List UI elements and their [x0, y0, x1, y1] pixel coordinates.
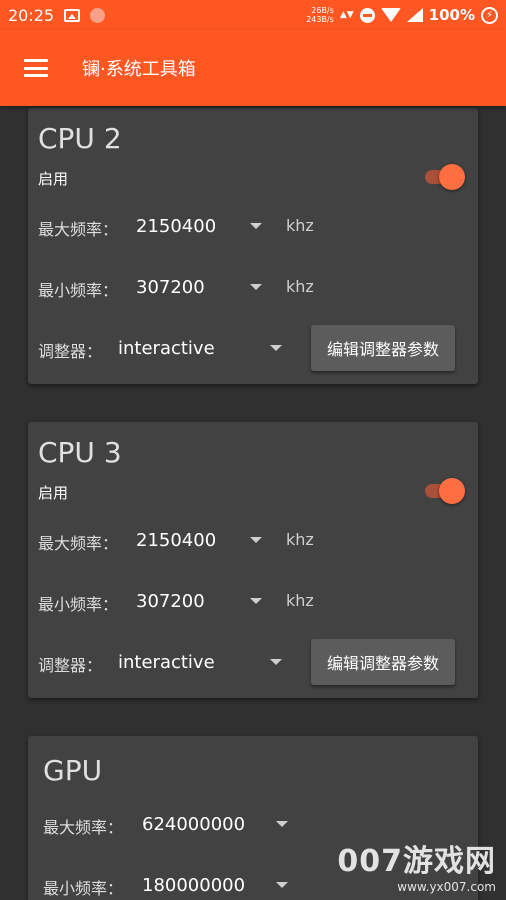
governor-label: 调整器： — [38, 656, 103, 675]
min-freq-value: 307200 — [136, 276, 205, 298]
gpu-title: GPU — [43, 754, 103, 787]
gpu-min-freq-dropdown[interactable]: 180000000 — [142, 871, 302, 899]
enable-label: 启用 — [38, 170, 69, 188]
app-notification-icon — [90, 7, 106, 23]
min-freq-label: 最小频率： — [38, 281, 119, 300]
watermark: 007游戏网 www.yx007.com — [337, 836, 496, 894]
chevron-down-icon — [276, 882, 288, 888]
gpu-max-freq-dropdown[interactable]: 624000000 — [142, 810, 302, 838]
max-freq-label: 最大频率： — [38, 220, 119, 239]
image-notification-icon — [64, 8, 81, 22]
max-freq-unit: khz — [286, 530, 314, 549]
edit-governor-button[interactable]: 编辑调整器参数 — [311, 639, 455, 685]
chevron-down-icon — [250, 537, 262, 543]
min-freq-dropdown[interactable]: 307200 — [136, 587, 266, 615]
governor-label: 调整器： — [38, 342, 103, 361]
chevron-down-icon — [276, 821, 288, 827]
min-freq-dropdown[interactable]: 307200 — [136, 273, 266, 301]
chevron-down-icon — [250, 284, 262, 290]
menu-icon[interactable] — [24, 59, 48, 77]
min-freq-value: 307200 — [136, 590, 205, 612]
enable-switch[interactable] — [421, 163, 465, 191]
chevron-down-icon — [250, 223, 262, 229]
max-freq-dropdown[interactable]: 2150400 — [136, 212, 266, 240]
enable-label: 启用 — [38, 484, 69, 502]
watermark-brand: 007游戏网 — [337, 844, 496, 879]
network-speed: 26B/s 243B/s — [306, 6, 334, 24]
status-bar: 20:25 26B/s 243B/s ▲▼ 100% ⚡ — [0, 0, 506, 30]
gpu-min-freq-label: 最小频率： — [43, 879, 124, 898]
governor-value: interactive — [118, 337, 215, 359]
net-down-speed: 243B/s — [306, 15, 334, 24]
do-not-disturb-icon — [359, 7, 375, 23]
min-freq-unit: khz — [286, 591, 314, 610]
edit-governor-button[interactable]: 编辑调整器参数 — [311, 325, 455, 371]
gpu-max-freq-label: 最大频率： — [43, 818, 124, 837]
governor-dropdown[interactable]: interactive — [118, 648, 288, 676]
max-freq-value: 2150400 — [136, 215, 217, 237]
cpu-card: CPU 3 启用 最大频率： 2150400 khz 最小频率： 307200 … — [28, 422, 478, 698]
wifi-icon — [380, 8, 401, 22]
max-freq-label: 最大频率： — [38, 534, 119, 553]
governor-value: interactive — [118, 651, 215, 673]
battery-percent: 100% — [428, 6, 475, 24]
watermark-url: www.yx007.com — [397, 880, 496, 894]
chevron-down-icon — [270, 345, 282, 351]
max-freq-unit: khz — [286, 216, 314, 235]
cpu-title: CPU 3 — [38, 436, 122, 469]
min-freq-label: 最小频率： — [38, 595, 119, 614]
gpu-max-freq-value: 624000000 — [142, 813, 246, 835]
min-freq-unit: khz — [286, 277, 314, 296]
gpu-min-freq-value: 180000000 — [142, 874, 246, 896]
data-arrows-icon: ▲▼ — [339, 10, 354, 20]
governor-dropdown[interactable]: interactive — [118, 334, 288, 362]
battery-charging-icon: ⚡ — [481, 6, 498, 24]
enable-switch[interactable] — [421, 477, 465, 505]
status-time: 20:25 — [8, 5, 55, 25]
app-bar: 镧·系统工具箱 — [0, 30, 506, 106]
signal-icon — [406, 8, 423, 22]
content-scroll[interactable]: CPU 2 启用 最大频率： 2150400 khz 最小频率： 307200 … — [0, 106, 506, 900]
cpu-card: CPU 2 启用 最大频率： 2150400 khz 最小频率： 307200 … — [28, 108, 478, 384]
app-title: 镧·系统工具箱 — [82, 59, 196, 80]
chevron-down-icon — [250, 598, 262, 604]
chevron-down-icon — [270, 659, 282, 665]
max-freq-value: 2150400 — [136, 529, 217, 551]
max-freq-dropdown[interactable]: 2150400 — [136, 526, 266, 554]
net-up-speed: 26B/s — [311, 6, 334, 15]
cpu-title: CPU 2 — [38, 122, 122, 155]
